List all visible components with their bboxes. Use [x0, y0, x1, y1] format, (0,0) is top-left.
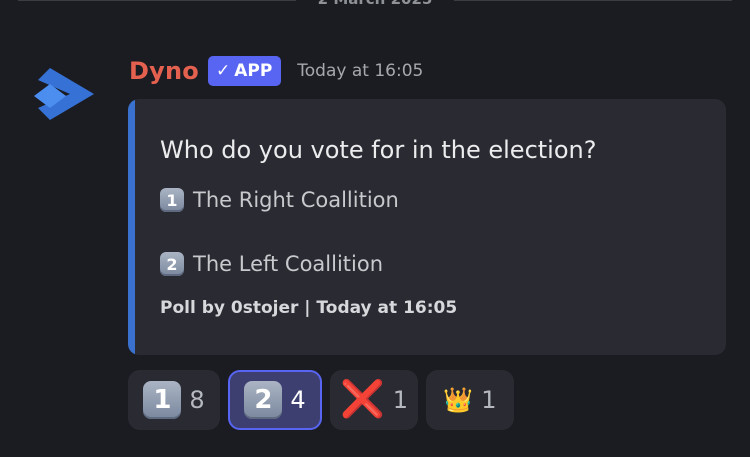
reaction-count: 1 — [481, 386, 497, 414]
app-badge: ✓ APP — [207, 56, 282, 86]
reaction-keycap-1[interactable]: 1 8 — [128, 370, 220, 430]
keycap-1-icon: 1 — [143, 381, 182, 419]
cross-mark-icon: ❌ — [339, 379, 385, 420]
divider-line-left — [18, 0, 296, 1]
poll-option-label: The Left Coallition — [193, 252, 384, 276]
username[interactable]: Dyno — [129, 57, 199, 85]
reaction-count: 1 — [392, 386, 409, 414]
poll-footer: Poll by 0stojer | Today at 16:05 — [160, 298, 458, 318]
message-header: Dyno ✓ APP Today at 16:05 — [129, 56, 423, 86]
poll-option-1: 1 The Right Coallition — [160, 188, 399, 212]
keycap-1-icon: 1 — [160, 188, 184, 212]
embed-accent-bar — [128, 99, 135, 355]
poll-title: Who do you vote for in the election? — [160, 136, 597, 164]
keycap-2-icon: 2 — [160, 252, 184, 276]
reaction-keycap-2[interactable]: 2 4 — [228, 370, 322, 430]
reaction-cross-mark[interactable]: ❌ 1 — [330, 370, 418, 430]
message-timestamp[interactable]: Today at 16:05 — [297, 61, 423, 81]
crown-icon: 👑 — [443, 386, 474, 414]
app-badge-label: APP — [234, 61, 273, 81]
keycap-2-icon: 2 — [244, 381, 283, 419]
divider-line-right — [454, 0, 732, 1]
reaction-count: 4 — [290, 386, 306, 414]
divider-date: 2 March 2025 — [296, 0, 454, 8]
reaction-crown[interactable]: 👑 1 — [426, 370, 514, 430]
avatar[interactable] — [20, 54, 110, 144]
date-divider: 2 March 2025 — [0, 0, 750, 14]
poll-option-2: 2 The Left Coallition — [160, 252, 383, 276]
check-icon: ✓ — [215, 61, 231, 81]
poll-option-label: The Right Coallition — [193, 188, 399, 212]
poll-embed: Who do you vote for in the election? 1 T… — [128, 99, 726, 355]
reaction-count: 8 — [189, 386, 205, 414]
dyno-chevron-icon — [34, 68, 94, 120]
